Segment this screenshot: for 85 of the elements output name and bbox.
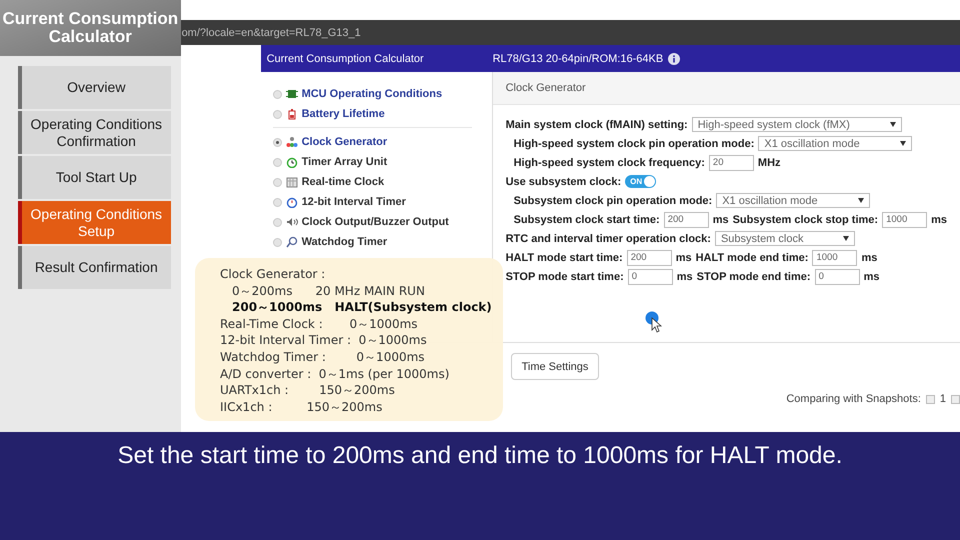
snapshots-label: Comparing with Snapshots: [786,393,921,405]
dropdown[interactable]: X1 oscillation mode [716,193,870,208]
step-tab[interactable]: Result Confirmation [18,246,171,289]
field-label: HALT mode end time: [696,252,808,264]
nav-link[interactable]: Battery Lifetime [302,108,385,120]
module-icon [286,176,298,188]
time-settings-button[interactable]: Time Settings [510,353,600,380]
nav-link[interactable]: 12-bit Interval Timer [302,196,406,208]
device-name: RL78/G13 20-64pin/ROM:16-64KB [492,52,664,64]
radio-button[interactable] [272,178,282,186]
step-tab[interactable]: Tool Start Up [18,156,171,199]
field-label: ms [676,270,693,282]
module-icon [286,216,298,228]
panel-title: Clock Generator [506,82,586,94]
caption-text: Set the start time to 200ms and end time to 1000ms for HALT mode. [118,442,842,471]
cursor-icon [645,311,663,333]
note-text: A/D converter : 0～1ms (per 1000ms) [220,366,450,382]
radio-button[interactable] [272,110,282,118]
header-title: Current Consumption Calculator [266,52,425,64]
step-tab[interactable]: Operating Conditions Confirmation [18,111,171,154]
field-label: Subsystem clock start time: [514,214,660,226]
note-text: Clock Generator : [220,266,326,283]
step-tab[interactable]: Overview [18,66,171,109]
note-text: 200～1000ms HALT(Subsystem clock) [232,299,493,316]
step-tab[interactable]: Operating Conditions Setup [18,201,171,244]
module-icon [286,236,298,248]
field-label: Main system clock (fMAIN) setting: [506,118,688,130]
note-text: 12-bit Interval Timer : 0～1000ms [220,332,428,349]
dropdown[interactable]: X1 oscillation mode [758,136,912,151]
input-field[interactable]: 20 [708,154,754,170]
module-icon [286,196,298,208]
field-label: High-speed system clock frequency: [514,156,705,168]
field-label: ms [864,270,880,282]
nav-link[interactable]: Real-time Clock [302,176,384,188]
radio-button[interactable] [272,218,282,226]
radio-button[interactable] [272,198,282,206]
nav-link[interactable]: Watchdog Timer [302,236,388,248]
radio-button[interactable] [272,138,282,146]
caret-icon [843,236,850,241]
url-text[interactable]: om/?locale=en&target=RL78_G13_1 [180,26,361,38]
dropdown[interactable]: High-speed system clock (fMX) [692,117,902,132]
field-label: RTC and interval timer operation clock: [506,232,711,244]
field-label: ms [931,214,947,226]
module-icon [286,88,298,100]
note-text: 0～200ms 20 MHz MAIN RUN [232,282,426,300]
nav-link[interactable]: Clock Generator [302,136,388,148]
caret-icon [900,141,906,146]
field-label: High-speed system clock pin operation mode: [514,138,754,150]
radio-button[interactable] [272,158,282,166]
app-title: Current Consumption Calculator [0,0,181,56]
field-label: STOP mode end time: [696,270,811,282]
caret-icon [858,198,864,203]
field-label: ms [712,214,729,226]
input-field[interactable]: 200 [664,212,709,228]
module-icon [286,136,298,148]
module-icon [286,108,298,120]
field-label: ms [861,252,878,264]
input-field[interactable]: 1000 [882,212,928,228]
note-text: UARTx1ch : 150～200ms [220,382,396,399]
input-field[interactable]: 0 [628,268,673,284]
field-label: ms [676,252,692,264]
dropdown[interactable]: Subsystem clock [714,231,856,246]
note-text: IICx1ch : 150～200ms [220,398,384,416]
checkbox-label: 1 [940,393,946,405]
note-text: Real-Time Clock : 0～1000ms [220,316,419,332]
nav-link[interactable]: Clock Output/Buzzer Output [302,216,449,228]
note-text: Watchdog Timer : 0～1000ms [220,348,426,366]
radio-button[interactable] [272,90,282,98]
field-label: Use subsystem clock: [506,176,622,188]
caret-icon [890,122,896,127]
nav-link[interactable]: MCU Operating Conditions [302,88,442,100]
field-label: Subsystem clock pin operation mode: [514,194,712,206]
input-field[interactable]: 1000 [812,250,858,266]
checkbox[interactable] [926,394,935,404]
info-icon[interactable] [668,52,680,64]
field-label: Subsystem clock stop time: [732,214,878,226]
module-icon [286,156,298,168]
field-label: HALT mode start time: [506,252,623,264]
radio-button[interactable] [272,238,282,246]
field-label: STOP mode start time: [506,270,624,282]
field-label: MHz [758,156,781,168]
input-field[interactable]: 0 [814,268,860,284]
input-field[interactable]: 200 [626,250,672,266]
nav-link[interactable]: Timer Array Unit [302,156,388,168]
checkbox[interactable] [951,394,960,404]
